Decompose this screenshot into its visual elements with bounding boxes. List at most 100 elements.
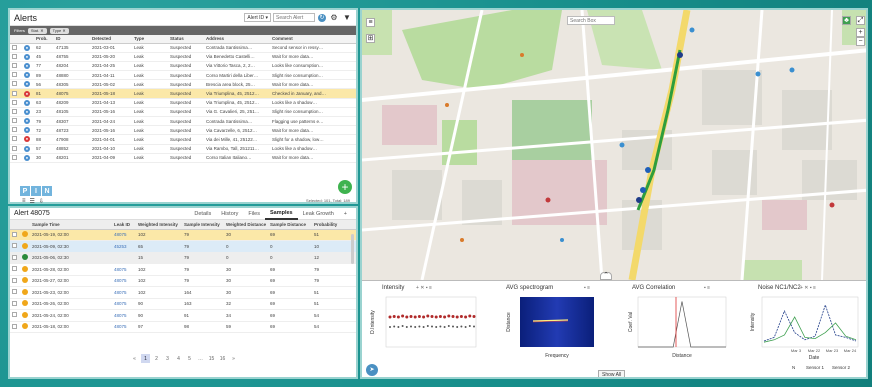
cell-leak-id[interactable]: 48075: [112, 229, 136, 241]
table-row[interactable]: ● 89 48880 2021-04-11 Leak Suspected Corso Mar…: [10, 70, 356, 81]
filter-chip-type[interactable]: Type ✕: [49, 27, 69, 34]
row-checkbox[interactable]: [12, 323, 17, 329]
chart-controls[interactable]: ▪ ≡: [584, 285, 590, 291]
row-checkbox[interactable]: [12, 289, 17, 295]
alerts-col-header[interactable]: Prob.: [34, 35, 54, 44]
map-zoom-in-icon[interactable]: +: [856, 28, 865, 37]
row-checkbox[interactable]: [12, 266, 17, 272]
samples-col-header[interactable]: Sample Time: [30, 220, 112, 230]
row-checkbox[interactable]: [12, 62, 17, 68]
cell-leak-id[interactable]: 48075: [112, 275, 136, 287]
row-checkbox[interactable]: [12, 118, 17, 124]
row-checkbox[interactable]: [12, 72, 17, 78]
map-zoom-icon[interactable]: ⊞: [366, 34, 375, 43]
columns-icon[interactable]: ☰: [30, 198, 35, 205]
row-checkbox[interactable]: [12, 254, 17, 260]
page-link[interactable]: 3: [163, 354, 172, 363]
row-checkbox[interactable]: [12, 300, 17, 306]
table-row[interactable]: ● 62 47135 2021-03-01 Leak Suspected Contrada …: [10, 43, 356, 53]
alerts-col-header[interactable]: [10, 35, 22, 44]
alerts-col-header[interactable]: Address: [204, 35, 270, 44]
gear-icon[interactable]: ⚙: [329, 13, 339, 23]
alerts-col-header[interactable]: Comment: [270, 35, 356, 44]
chevron-up-icon[interactable]: ⌃: [600, 272, 612, 280]
alerts-col-header[interactable]: ID: [54, 35, 90, 44]
page-link[interactable]: 4: [174, 354, 183, 363]
row-checkbox[interactable]: [12, 136, 17, 142]
row-checkbox[interactable]: [12, 154, 17, 160]
table-row[interactable]: 2021-05-18, 02:00 48075 97 98 59 69 54: [10, 321, 356, 333]
table-row[interactable]: ● 63 48209 2021-04-13 Leak Suspected Via Trium…: [10, 98, 356, 108]
map-canvas[interactable]: [362, 10, 868, 280]
export-icon[interactable]: ⇩: [39, 198, 44, 205]
row-checkbox[interactable]: [12, 243, 17, 249]
map-fullscreen-icon[interactable]: ⤢: [856, 16, 865, 25]
map-tree-icon[interactable]: ♣: [842, 16, 851, 25]
alerts-col-header[interactable]: Detected: [90, 35, 132, 44]
map-layers-icon[interactable]: ≡: [366, 18, 375, 27]
table-row[interactable]: ● 23 48105 2021-05-16 Leak Suspected Via G. Ca…: [10, 107, 356, 118]
map-search-input[interactable]: [567, 16, 615, 25]
table-row[interactable]: ● 30 48201 2021-04-09 Leak Suspected Corso Ita…: [10, 153, 356, 163]
table-row[interactable]: ● 88 47908 2021-04-01 Leak Suspected Via dei M…: [10, 134, 356, 145]
table-row[interactable]: ● 45 48755 2021-05-20 Leak Suspected Via Bened…: [10, 52, 356, 62]
row-checkbox[interactable]: [12, 90, 17, 96]
alert-search-input[interactable]: [273, 13, 315, 22]
page-link[interactable]: 16: [218, 354, 227, 363]
alerts-col-header[interactable]: Type: [132, 35, 168, 44]
samples-col-header[interactable]: Sample Distance: [268, 220, 312, 230]
table-row[interactable]: 2021-05-09, 02:30 45253 65 79 0 0 10: [10, 240, 356, 253]
samples-col-header[interactable]: [20, 220, 30, 230]
refresh-icon[interactable]: ↻: [318, 13, 326, 22]
tab-files[interactable]: Files: [243, 208, 265, 220]
samples-col-header[interactable]: [10, 220, 20, 230]
table-row[interactable]: 2021-05-19, 02:00 48075 102 79 30 69 51: [10, 229, 356, 241]
table-row[interactable]: ● 57 48852 2021-04-10 Leak Suspected Via Rambo…: [10, 144, 356, 154]
table-row[interactable]: 2021-05-27, 02:00 48075 102 79 30 69 79: [10, 275, 356, 287]
cell-leak-id[interactable]: [112, 252, 136, 264]
page-link[interactable]: »: [229, 354, 238, 363]
page-link[interactable]: 2: [152, 354, 161, 363]
table-row[interactable]: 2021-05-23, 02:00 48075 102 164 30 69 51: [10, 286, 356, 299]
cell-leak-id[interactable]: 48075: [112, 286, 136, 299]
row-checkbox[interactable]: [12, 277, 17, 283]
samples-col-header[interactable]: Weighted Intensity: [136, 220, 182, 230]
row-checkbox[interactable]: [12, 312, 17, 318]
tab-more-icon[interactable]: +: [339, 208, 352, 220]
row-checkbox[interactable]: [12, 53, 17, 59]
samples-scrollbar[interactable]: [351, 234, 354, 264]
row-checkbox[interactable]: [12, 231, 17, 237]
tab-samples[interactable]: Samples: [264, 208, 298, 220]
tab-history[interactable]: History: [216, 208, 243, 220]
page-link[interactable]: «: [130, 354, 139, 363]
tab-details[interactable]: Details: [189, 208, 216, 220]
navigation-icon[interactable]: ➤: [366, 364, 378, 376]
table-row[interactable]: 2021-05-24, 02:00 48075 90 91 34 69 54: [10, 309, 356, 322]
row-checkbox[interactable]: [12, 81, 17, 87]
row-checkbox[interactable]: [12, 127, 17, 133]
page-link[interactable]: 1: [141, 354, 150, 363]
cell-leak-id[interactable]: 48075: [112, 321, 136, 333]
table-row[interactable]: 2021-05-26, 02:00 48075 90 163 32 69 51: [10, 298, 356, 310]
show-all-button[interactable]: Show All: [598, 370, 626, 377]
row-checkbox[interactable]: [12, 145, 17, 151]
samples-col-header[interactable]: Weighted Distance: [224, 220, 268, 230]
row-checkbox[interactable]: [12, 108, 17, 114]
table-row[interactable]: ● 81 48075 2021-05-18 Leak Suspected Via Trium…: [10, 88, 356, 99]
list-icon[interactable]: ≡: [22, 198, 26, 205]
cell-leak-id[interactable]: 48075: [112, 298, 136, 310]
cell-leak-id[interactable]: 48075: [112, 309, 136, 322]
table-row[interactable]: ● 77 48204 2021-04-25 Leak Suspected Via Vitto…: [10, 61, 356, 72]
table-row[interactable]: ● 72 48723 2021-05-16 Leak Suspected Via Cavar…: [10, 125, 356, 136]
samples-col-header[interactable]: Sample Intensity: [182, 220, 224, 230]
samples-col-header[interactable]: Probability: [312, 220, 356, 230]
table-row[interactable]: ● 56 48305 2021-05-02 Leak Suspected Brescia a…: [10, 79, 356, 90]
cell-leak-id[interactable]: 45253: [112, 240, 136, 253]
filter-chip-status[interactable]: Stat. ✕: [27, 27, 47, 34]
table-row[interactable]: 2021-05-28, 02:00 48075 102 79 30 69 79: [10, 263, 356, 276]
chart-controls[interactable]: + ✕ ▪ ≡: [416, 285, 432, 291]
map-zoom-out-icon[interactable]: −: [856, 37, 865, 46]
table-row[interactable]: ● 79 48307 2021-04-24 Leak Suspected Contrada …: [10, 116, 356, 127]
table-row[interactable]: 2021-05-06, 02:30 15 79 0 0 12: [10, 252, 356, 264]
alert-id-select[interactable]: Alert ID ▾: [244, 13, 271, 22]
